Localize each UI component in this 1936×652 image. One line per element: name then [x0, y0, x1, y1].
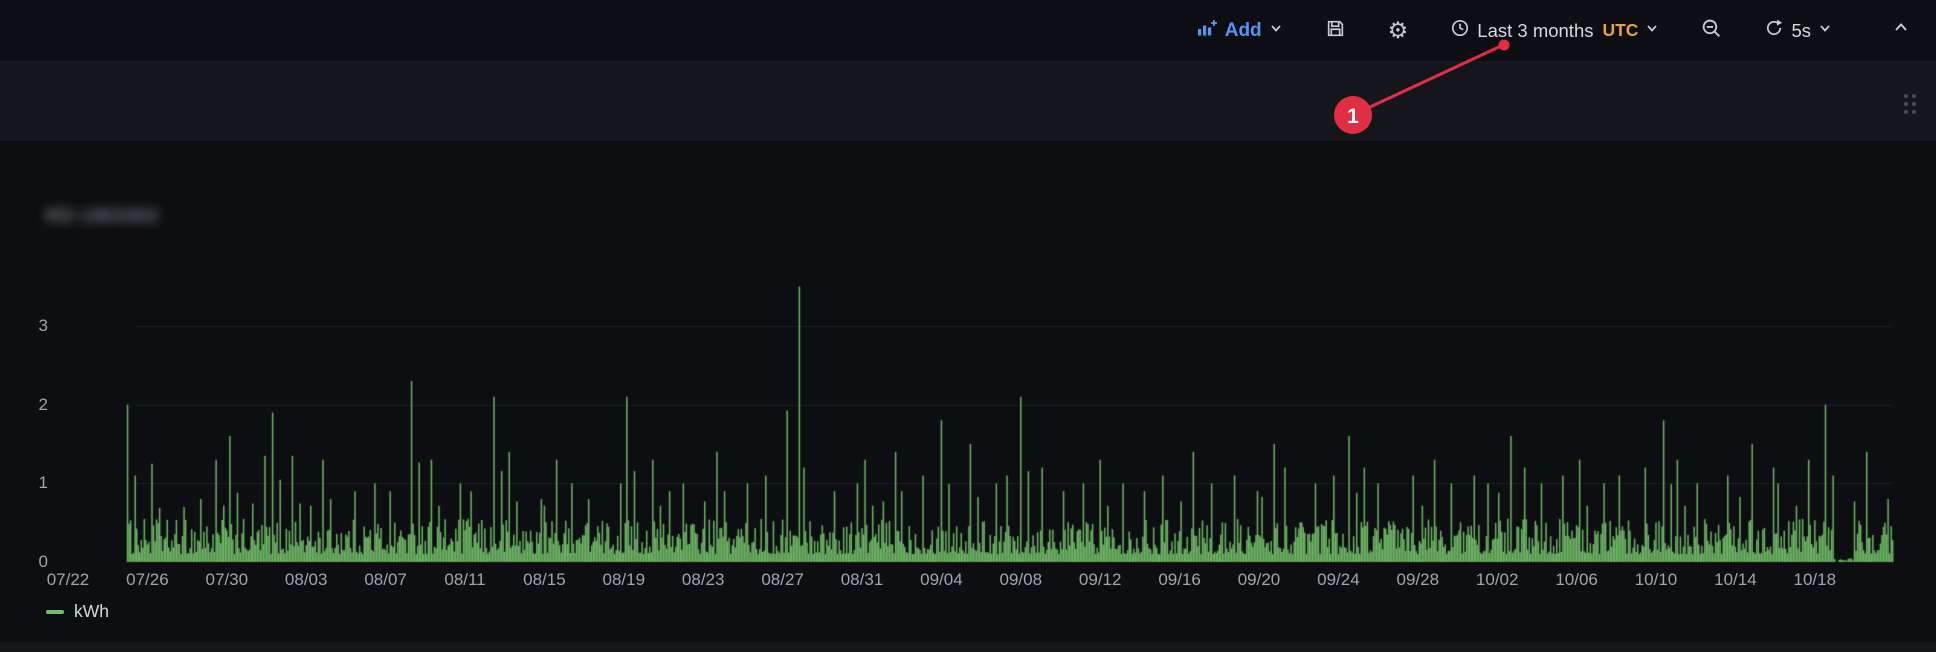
grafana-topbar: Add ⚙ Last 3	[0, 0, 1936, 62]
zoom-out-icon	[1701, 18, 1722, 44]
chevron-up-icon	[1892, 19, 1910, 42]
legend-series-label: kWh	[74, 601, 109, 622]
x-tick-label: 10/14	[1695, 570, 1775, 590]
save-icon	[1325, 18, 1346, 44]
legend-item-kwh[interactable]: kWh	[46, 601, 109, 622]
x-tick-label: 09/16	[1140, 570, 1220, 590]
x-tick-label: 10/10	[1616, 570, 1696, 590]
y-tick-label: 0	[0, 552, 48, 572]
gear-icon: ⚙	[1388, 19, 1409, 42]
x-tick-label: 07/22	[28, 570, 108, 590]
x-tick-label: 07/30	[187, 570, 267, 590]
refresh-picker[interactable]: 5s	[1764, 18, 1832, 43]
dashboard-subbar	[0, 62, 1936, 142]
x-tick-label: 07/26	[107, 570, 187, 590]
save-dashboard-button[interactable]	[1325, 18, 1346, 44]
x-tick-label: 10/02	[1457, 570, 1537, 590]
x-tick-label: 09/04	[901, 570, 981, 590]
x-tick-label: 09/12	[1060, 570, 1140, 590]
legend-series-swatch	[46, 610, 64, 614]
y-tick-label: 1	[0, 473, 48, 493]
topbar-actions: Add ⚙ Last 3	[1196, 18, 1936, 44]
bar-chart-plus-icon	[1196, 18, 1218, 43]
x-tick-label: 08/27	[743, 570, 823, 590]
dashboard-settings-button[interactable]: ⚙	[1388, 19, 1409, 42]
x-tick-label: 10/06	[1537, 570, 1617, 590]
x-tick-label: 09/08	[981, 570, 1061, 590]
chevron-down-icon	[1645, 21, 1659, 40]
x-tick-label: 09/28	[1378, 570, 1458, 590]
y-tick-label: 2	[0, 395, 48, 415]
timezone-label: UTC	[1602, 20, 1638, 41]
time-range-label: Last 3 months	[1477, 20, 1593, 42]
refresh-interval-label: 5s	[1791, 20, 1811, 42]
chevron-down-icon	[1269, 21, 1283, 40]
x-tick-label: 09/24	[1298, 570, 1378, 590]
x-tick-label: 08/15	[504, 570, 584, 590]
chevron-down-icon	[1818, 21, 1832, 40]
chart-panel: RD-1903302	[0, 142, 1936, 640]
x-tick-label: 08/19	[584, 570, 664, 590]
x-tick-label: 08/11	[425, 570, 505, 590]
zoom-out-time-button[interactable]	[1701, 18, 1722, 44]
panel-title[interactable]: RD-1903302	[46, 206, 159, 228]
clock-icon	[1450, 18, 1470, 43]
x-tick-label: 08/23	[663, 570, 743, 590]
y-tick-label: 3	[0, 316, 48, 336]
x-tick-label: 08/03	[266, 570, 346, 590]
add-button-label: Add	[1225, 20, 1262, 42]
next-row-edge	[0, 642, 1936, 652]
x-tick-label: 09/20	[1219, 570, 1299, 590]
x-tick-label: 10/18	[1775, 570, 1855, 590]
x-tick-label: 08/31	[822, 570, 902, 590]
x-tick-label: 08/07	[346, 570, 426, 590]
time-range-picker[interactable]: Last 3 months UTC	[1450, 18, 1659, 43]
panel-drag-handle-icon[interactable]	[1904, 94, 1916, 114]
refresh-icon	[1764, 18, 1784, 43]
add-button[interactable]: Add	[1196, 18, 1283, 43]
collapse-topbar-button[interactable]	[1892, 19, 1910, 42]
